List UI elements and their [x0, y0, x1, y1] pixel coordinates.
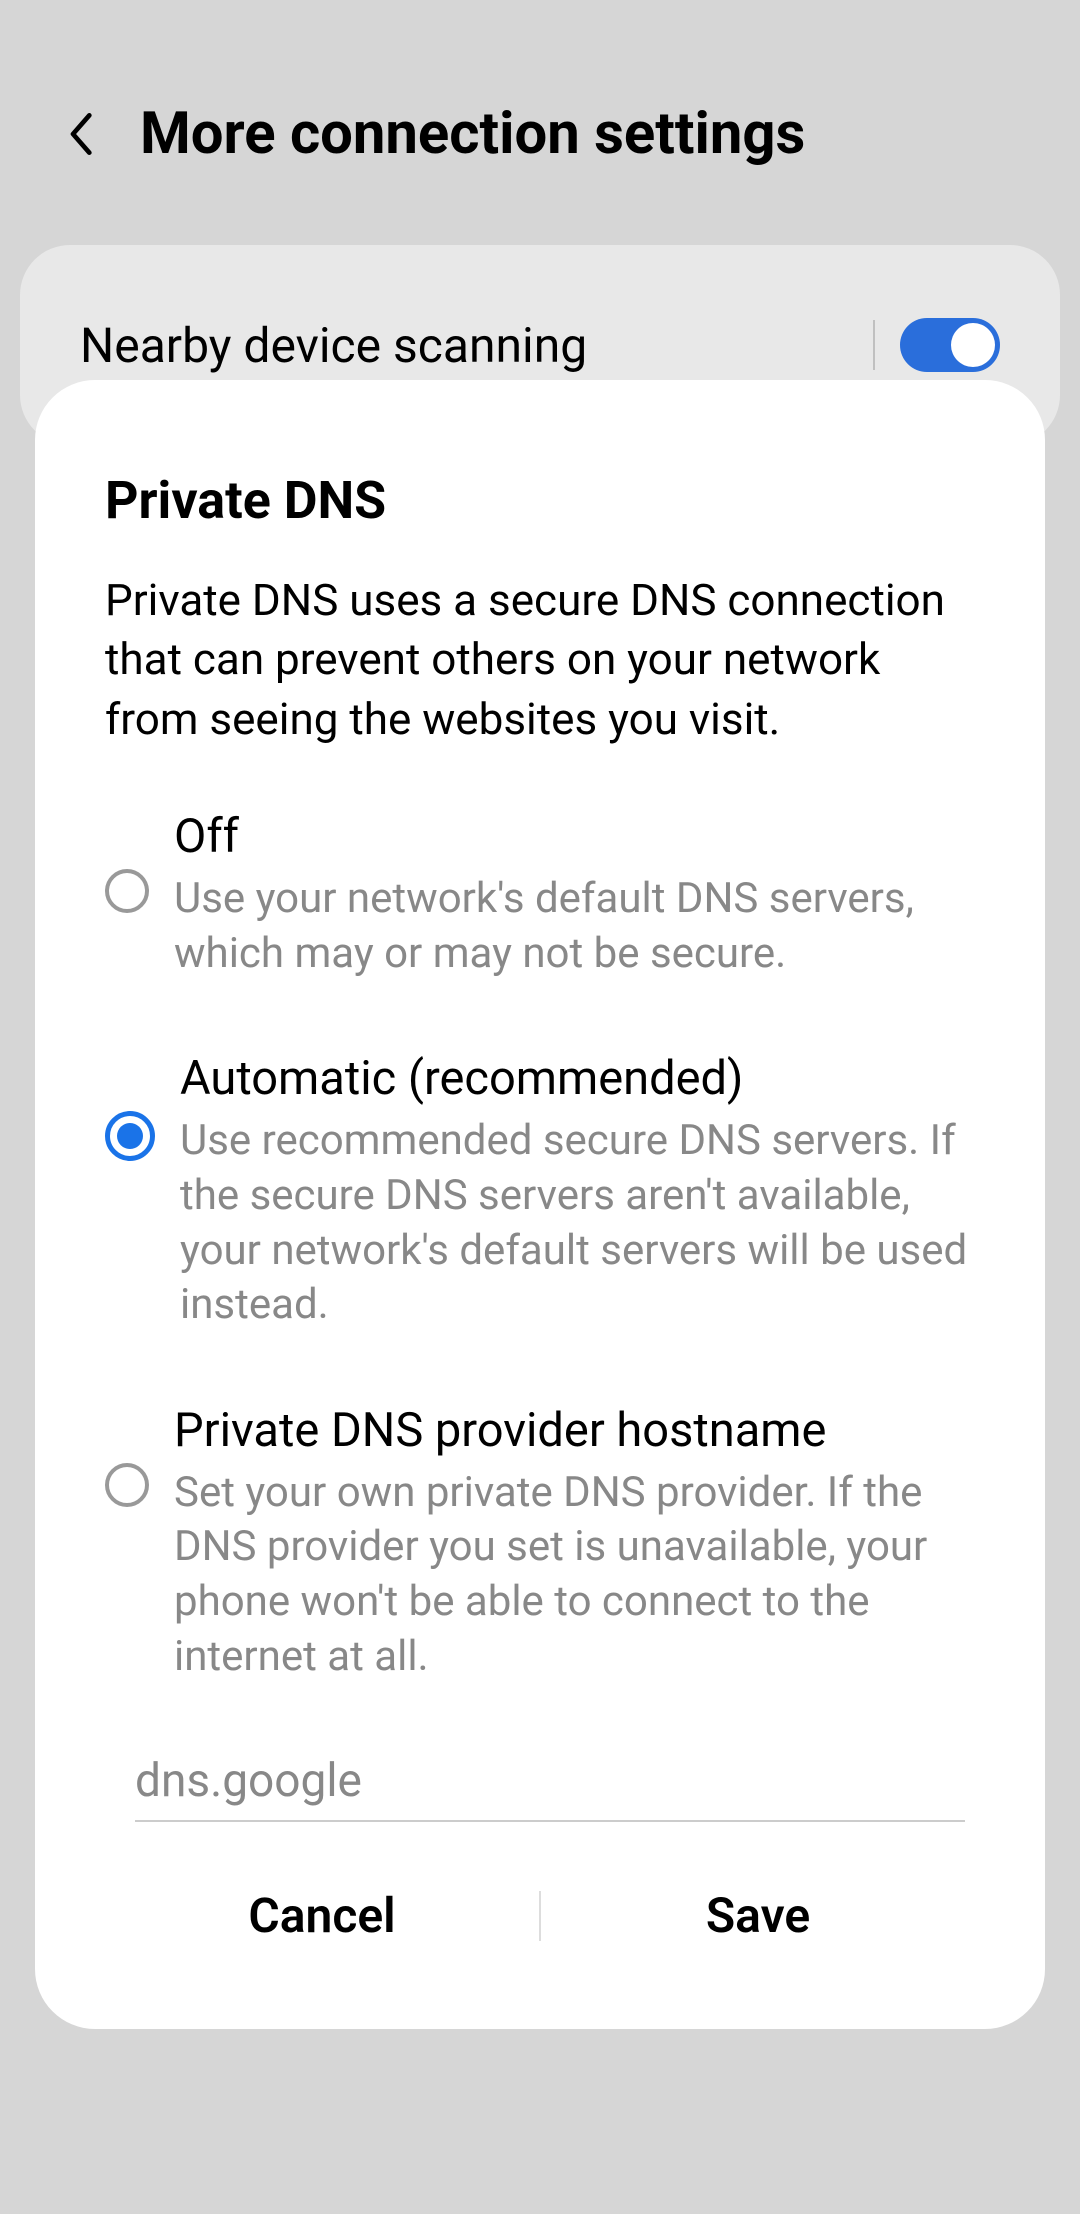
- radio-title: Automatic (recommended): [180, 1051, 975, 1106]
- back-icon[interactable]: [60, 114, 100, 154]
- header: More connection settings: [0, 0, 1080, 208]
- dialog-buttons: Cancel Save: [105, 1862, 975, 1969]
- toggle-knob: [951, 323, 995, 367]
- radio-button-hostname[interactable]: [105, 1463, 149, 1507]
- dialog-description: Private DNS uses a secure DNS connection…: [105, 571, 975, 749]
- radio-option-automatic[interactable]: Automatic (recommended) Use recommended …: [105, 1051, 975, 1332]
- private-dns-dialog: Private DNS Private DNS uses a secure DN…: [35, 380, 1045, 2029]
- save-button[interactable]: Save: [541, 1862, 975, 1969]
- radio-title: Private DNS provider hostname: [174, 1403, 975, 1458]
- radio-option-off[interactable]: Off Use your network's default DNS serve…: [105, 809, 975, 981]
- radio-title: Off: [174, 809, 975, 864]
- radio-content: Private DNS provider hostname Set your o…: [174, 1403, 975, 1684]
- radio-content: Off Use your network's default DNS serve…: [174, 809, 975, 981]
- hostname-input[interactable]: dns.google: [135, 1754, 965, 1822]
- dialog-title: Private DNS: [105, 470, 975, 531]
- radio-button-off[interactable]: [105, 869, 149, 913]
- nearby-device-scanning-label: Nearby device scanning: [80, 317, 587, 374]
- radio-button-automatic[interactable]: [105, 1111, 155, 1161]
- divider: [873, 320, 875, 370]
- cancel-button[interactable]: Cancel: [105, 1862, 539, 1969]
- page-title: More connection settings: [140, 100, 805, 168]
- radio-description: Use recommended secure DNS servers. If t…: [180, 1114, 975, 1332]
- toggle-container: [873, 318, 1000, 372]
- radio-option-hostname[interactable]: Private DNS provider hostname Set your o…: [105, 1403, 975, 1684]
- radio-description: Use your network's default DNS servers, …: [174, 872, 975, 981]
- nearby-device-scanning-toggle[interactable]: [900, 318, 1000, 372]
- radio-content: Automatic (recommended) Use recommended …: [180, 1051, 975, 1332]
- radio-description: Set your own private DNS provider. If th…: [174, 1466, 975, 1684]
